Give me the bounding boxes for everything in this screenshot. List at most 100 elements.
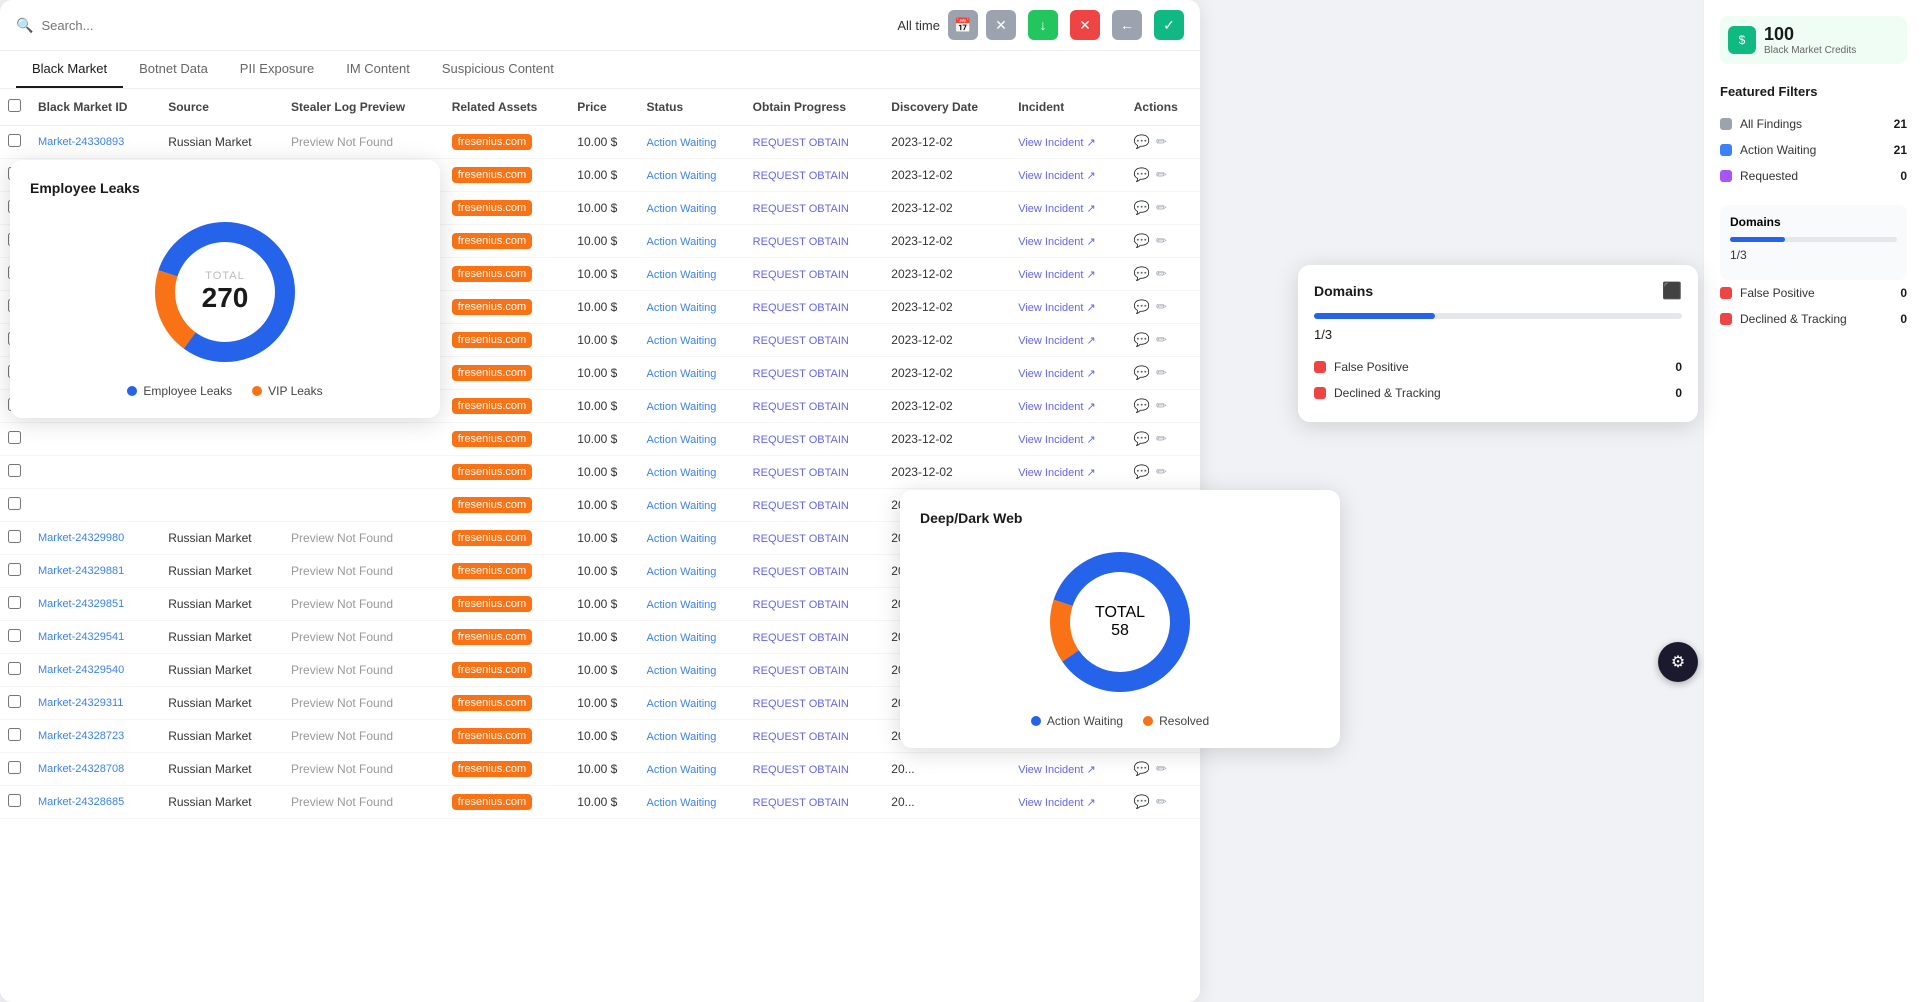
cell-obtain-12[interactable]: REQUEST OBTAIN — [745, 522, 884, 555]
cell-asset-6: fresenius.com — [444, 324, 570, 357]
cell-obtain-10[interactable]: REQUEST OBTAIN — [745, 456, 884, 489]
filter-all-findings[interactable]: All Findings 21 — [1720, 111, 1907, 137]
edit-icon-3[interactable]: ✏ — [1156, 233, 1167, 249]
cell-incident-0[interactable]: View Incident ↗ — [1010, 126, 1126, 159]
cell-id-9 — [30, 423, 160, 456]
edit-icon-9[interactable]: ✏ — [1156, 431, 1167, 447]
filter-action-waiting[interactable]: Action Waiting 21 — [1720, 137, 1907, 163]
tab-im-content[interactable]: IM Content — [330, 51, 426, 88]
row-checkbox-13[interactable] — [8, 563, 21, 576]
comment-icon-0[interactable]: 💬 — [1134, 134, 1150, 150]
cell-obtain-0[interactable]: REQUEST OBTAIN — [745, 126, 884, 159]
filter-requested[interactable]: Requested 0 — [1720, 163, 1907, 189]
tab-botnet-data[interactable]: Botnet Data — [123, 51, 224, 88]
edit-icon-6[interactable]: ✏ — [1156, 332, 1167, 348]
cell-incident-19[interactable]: View Incident ↗ — [1010, 753, 1126, 786]
row-checkbox-11[interactable] — [8, 497, 21, 510]
tab-suspicious-content[interactable]: Suspicious Content — [426, 51, 570, 88]
cell-incident-8[interactable]: View Incident ↗ — [1010, 390, 1126, 423]
delete-button[interactable]: ✕ — [1070, 10, 1100, 40]
tab-pii-exposure[interactable]: PII Exposure — [224, 51, 330, 88]
cell-obtain-6[interactable]: REQUEST OBTAIN — [745, 324, 884, 357]
comment-icon-8[interactable]: 💬 — [1134, 398, 1150, 414]
calendar-button[interactable]: 📅 — [948, 10, 978, 40]
comment-icon-6[interactable]: 💬 — [1134, 332, 1150, 348]
select-all-checkbox[interactable] — [8, 99, 21, 112]
cell-incident-4[interactable]: View Incident ↗ — [1010, 258, 1126, 291]
back-button[interactable]: ← — [1112, 10, 1142, 40]
cell-obtain-4[interactable]: REQUEST OBTAIN — [745, 258, 884, 291]
cell-obtain-19[interactable]: REQUEST OBTAIN — [745, 753, 884, 786]
cell-incident-5[interactable]: View Incident ↗ — [1010, 291, 1126, 324]
row-checkbox-12[interactable] — [8, 530, 21, 543]
edit-icon-19[interactable]: ✏ — [1156, 761, 1167, 777]
edit-icon-7[interactable]: ✏ — [1156, 365, 1167, 381]
comment-icon-9[interactable]: 💬 — [1134, 431, 1150, 447]
cell-obtain-8[interactable]: REQUEST OBTAIN — [745, 390, 884, 423]
cell-obtain-11[interactable]: REQUEST OBTAIN — [745, 489, 884, 522]
search-input[interactable] — [41, 18, 885, 33]
edit-icon-10[interactable]: ✏ — [1156, 464, 1167, 480]
row-checkbox-16[interactable] — [8, 662, 21, 675]
fab-button[interactable]: ⚙ — [1658, 642, 1698, 682]
employee-leaks-title: Employee Leaks — [30, 180, 420, 196]
check-button[interactable]: ✓ — [1154, 10, 1184, 40]
cell-obtain-14[interactable]: REQUEST OBTAIN — [745, 588, 884, 621]
cell-obtain-13[interactable]: REQUEST OBTAIN — [745, 555, 884, 588]
edit-icon-8[interactable]: ✏ — [1156, 398, 1167, 414]
cell-obtain-17[interactable]: REQUEST OBTAIN — [745, 687, 884, 720]
cell-obtain-16[interactable]: REQUEST OBTAIN — [745, 654, 884, 687]
row-checkbox-10[interactable] — [8, 464, 21, 477]
filter-declined-tracking[interactable]: Declined & Tracking 0 — [1720, 306, 1907, 332]
tab-black-market[interactable]: Black Market — [16, 51, 123, 88]
edit-icon-0[interactable]: ✏ — [1156, 134, 1167, 150]
cell-incident-3[interactable]: View Incident ↗ — [1010, 225, 1126, 258]
cell-incident-6[interactable]: View Incident ↗ — [1010, 324, 1126, 357]
cell-incident-9[interactable]: View Incident ↗ — [1010, 423, 1126, 456]
domains-declined-tracking[interactable]: Declined & Tracking 0 — [1314, 380, 1682, 406]
download-button[interactable]: ↓ — [1028, 10, 1058, 40]
row-checkbox-18[interactable] — [8, 728, 21, 741]
comment-icon-7[interactable]: 💬 — [1134, 365, 1150, 381]
row-checkbox-9[interactable] — [8, 431, 21, 444]
edit-icon-1[interactable]: ✏ — [1156, 167, 1167, 183]
comment-icon-19[interactable]: 💬 — [1134, 761, 1150, 777]
cell-incident-10[interactable]: View Incident ↗ — [1010, 456, 1126, 489]
comment-icon-5[interactable]: 💬 — [1134, 299, 1150, 315]
edit-icon-2[interactable]: ✏ — [1156, 200, 1167, 216]
cell-obtain-5[interactable]: REQUEST OBTAIN — [745, 291, 884, 324]
cell-preview-10 — [283, 456, 444, 489]
edit-icon-20[interactable]: ✏ — [1156, 794, 1167, 810]
cell-obtain-20[interactable]: REQUEST OBTAIN — [745, 786, 884, 819]
domains-false-positive[interactable]: False Positive 0 — [1314, 354, 1682, 380]
row-checkbox-15[interactable] — [8, 629, 21, 642]
cell-incident-20[interactable]: View Incident ↗ — [1010, 786, 1126, 819]
row-checkbox-14[interactable] — [8, 596, 21, 609]
edit-icon-5[interactable]: ✏ — [1156, 299, 1167, 315]
cell-obtain-1[interactable]: REQUEST OBTAIN — [745, 159, 884, 192]
row-checkbox-0[interactable] — [8, 134, 21, 147]
domains-close-btn[interactable]: ⬛ — [1662, 281, 1682, 301]
cell-obtain-15[interactable]: REQUEST OBTAIN — [745, 621, 884, 654]
row-checkbox-17[interactable] — [8, 695, 21, 708]
edit-icon-4[interactable]: ✏ — [1156, 266, 1167, 282]
cell-incident-7[interactable]: View Incident ↗ — [1010, 357, 1126, 390]
filter-false-positive[interactable]: False Positive 0 — [1720, 280, 1907, 306]
cell-incident-2[interactable]: View Incident ↗ — [1010, 192, 1126, 225]
cell-obtain-3[interactable]: REQUEST OBTAIN — [745, 225, 884, 258]
comment-icon-20[interactable]: 💬 — [1134, 794, 1150, 810]
close-filter-button[interactable]: ✕ — [986, 10, 1016, 40]
cell-obtain-7[interactable]: REQUEST OBTAIN — [745, 357, 884, 390]
cell-obtain-9[interactable]: REQUEST OBTAIN — [745, 423, 884, 456]
comment-icon-2[interactable]: 💬 — [1134, 200, 1150, 216]
comment-icon-1[interactable]: 💬 — [1134, 167, 1150, 183]
comment-icon-3[interactable]: 💬 — [1134, 233, 1150, 249]
cell-obtain-2[interactable]: REQUEST OBTAIN — [745, 192, 884, 225]
cell-actions-7: 💬 ✏ — [1126, 357, 1200, 390]
row-checkbox-20[interactable] — [8, 794, 21, 807]
comment-icon-10[interactable]: 💬 — [1134, 464, 1150, 480]
cell-incident-1[interactable]: View Incident ↗ — [1010, 159, 1126, 192]
row-checkbox-19[interactable] — [8, 761, 21, 774]
cell-obtain-18[interactable]: REQUEST OBTAIN — [745, 720, 884, 753]
comment-icon-4[interactable]: 💬 — [1134, 266, 1150, 282]
